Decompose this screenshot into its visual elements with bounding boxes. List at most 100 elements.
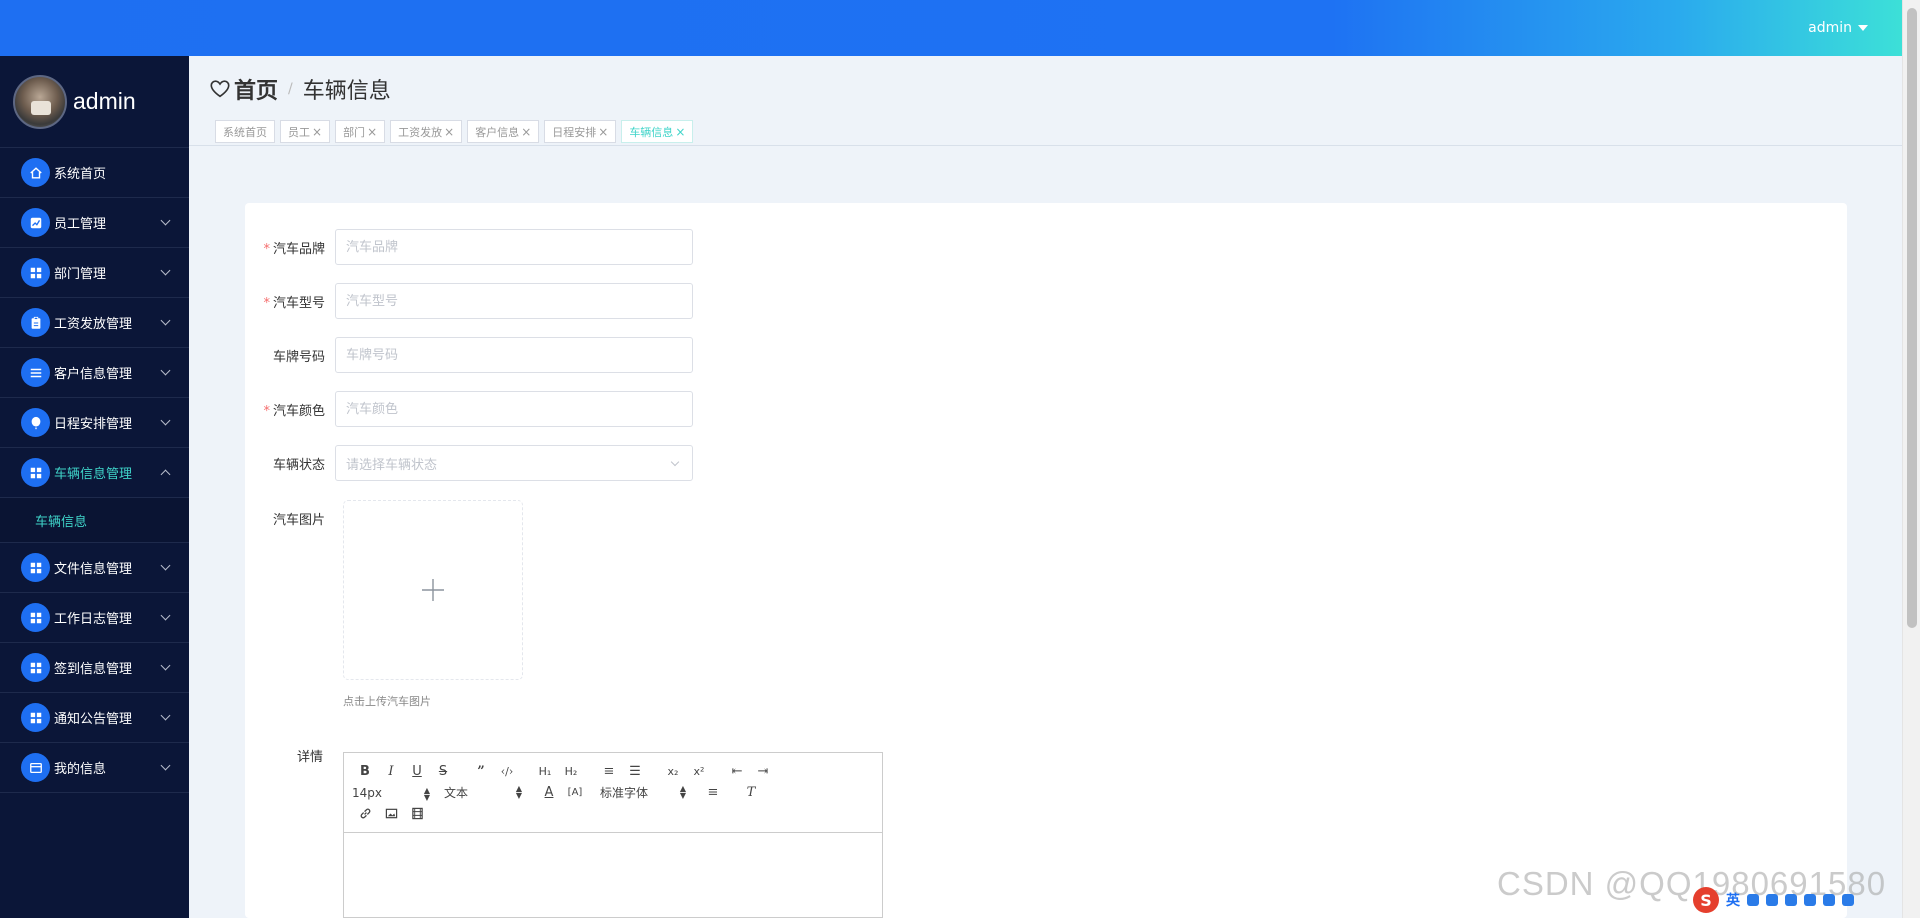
sidebar: admin 系统首页 员工管理 部门管理 工资发放管理 客户信息管理 日程安排管… (0, 56, 189, 918)
ime-logo-icon[interactable]: S (1693, 887, 1719, 913)
tab-salary[interactable]: 工资发放 × (390, 120, 463, 143)
image-upload[interactable] (343, 500, 523, 680)
ime-mic-icon[interactable] (1766, 894, 1778, 906)
sidebar-item-schedule[interactable]: 日程安排管理 (0, 398, 189, 448)
ordered-list-icon[interactable]: ≡ (596, 762, 622, 782)
select-arrows-icon: ▲ ▼ (515, 784, 522, 800)
sidebar-item-department[interactable]: 部门管理 (0, 248, 189, 298)
sidebar-item-employee[interactable]: 员工管理 (0, 198, 189, 248)
breadcrumb-home[interactable]: 首页 (234, 73, 278, 105)
text-color-icon[interactable]: A (536, 783, 562, 803)
clear-format-icon[interactable]: T (738, 783, 764, 803)
ime-toolbar[interactable]: S 英 (1693, 886, 1902, 914)
form-row-model: * 汽车型号 (245, 283, 693, 319)
tab-employee[interactable]: 员工 × (280, 120, 331, 143)
font-family-value: 标准字体 (600, 786, 649, 800)
code-block-icon[interactable]: ‹/› (494, 762, 520, 782)
page-scrollbar[interactable] (1902, 0, 1920, 918)
subscript-icon[interactable]: x₂ (660, 762, 686, 782)
close-icon[interactable]: × (312, 125, 322, 139)
status-select[interactable]: 请选择车辆状态 (335, 445, 693, 481)
ime-skin-icon[interactable] (1804, 894, 1816, 906)
header-select[interactable]: 文本 ▲ ▼ (444, 784, 522, 801)
form-row-color: * 汽车颜色 (245, 391, 693, 427)
ime-toolbox-icon[interactable] (1823, 894, 1835, 906)
breadcrumb-current: 车辆信息 (302, 79, 391, 104)
underline-icon[interactable]: U (404, 762, 430, 782)
upload-tip: 点击上传汽车图片 (343, 695, 431, 708)
outdent-icon[interactable]: ⇤ (724, 762, 750, 782)
chart-icon (21, 208, 50, 237)
form-row-brand: * 汽车品牌 (245, 229, 693, 265)
link-icon[interactable] (352, 804, 378, 824)
ime-punctuation-icon[interactable] (1747, 894, 1759, 906)
background-color-icon[interactable]: [A] (562, 783, 588, 803)
image-label: 汽车图片 (272, 513, 325, 528)
select-arrows-icon: ▲ ▼ (423, 785, 430, 802)
tab-department[interactable]: 部门 × (335, 120, 386, 143)
close-icon[interactable]: × (367, 125, 377, 139)
brand-input[interactable] (335, 229, 693, 265)
header1-icon[interactable]: H₁ (532, 762, 558, 782)
ime-menu-icon[interactable] (1842, 894, 1854, 906)
grid-icon (21, 653, 50, 682)
image-icon[interactable] (378, 804, 404, 824)
sidebar-subitem-vehicle-info[interactable]: 车辆信息 (0, 498, 189, 543)
strikethrough-icon[interactable]: S (430, 762, 456, 782)
sidebar-profile: admin (0, 56, 189, 148)
avatar (13, 74, 67, 129)
close-icon[interactable]: × (521, 125, 531, 139)
close-icon[interactable]: × (598, 125, 608, 139)
status-select-placeholder: 请选择车辆状态 (346, 457, 438, 473)
grid-icon (21, 458, 50, 487)
plate-label: 车牌号码 (272, 349, 325, 365)
italic-icon[interactable]: I (378, 762, 404, 782)
indent-icon[interactable]: ⇥ (750, 762, 776, 782)
sidebar-item-worklog[interactable]: 工作日志管理 (0, 593, 189, 643)
scrollbar-thumb[interactable] (1907, 8, 1917, 628)
editor-content[interactable] (344, 833, 882, 917)
tab-home[interactable]: 系统首页 (215, 120, 275, 143)
sidebar-item-vehicle[interactable]: 车辆信息管理 (0, 448, 189, 498)
align-icon[interactable]: ≡ (700, 783, 726, 803)
bold-icon[interactable]: B (352, 762, 378, 782)
tab-label: 日程安排 (552, 125, 597, 139)
sidebar-item-label: 通知公告管理 (54, 712, 133, 727)
sidebar-item-checkin[interactable]: 签到信息管理 (0, 643, 189, 693)
close-icon[interactable]: × (675, 125, 685, 139)
user-menu[interactable]: admin (1808, 20, 1868, 36)
superscript-icon[interactable]: x² (686, 762, 712, 782)
plate-input[interactable] (335, 337, 693, 373)
status-label: 车辆状态 (272, 457, 325, 473)
sidebar-item-label: 工作日志管理 (54, 612, 133, 627)
sidebar-item-notice[interactable]: 通知公告管理 (0, 693, 189, 743)
sidebar-item-label: 日程安排管理 (54, 417, 133, 432)
vehicle-form-card: *汽车品牌 *汽车型号 车牌号码 *汽车颜色 车辆状态 请选择车辆状态 汽车图片… (245, 203, 1847, 918)
tab-vehicle[interactable]: 车辆信息 × (621, 120, 694, 143)
sidebar-item-label: 签到信息管理 (54, 662, 133, 677)
bullet-list-icon[interactable]: ☰ (622, 762, 648, 782)
sidebar-item-file[interactable]: 文件信息管理 (0, 543, 189, 593)
ime-keyboard-icon[interactable] (1785, 894, 1797, 906)
sidebar-item-salary[interactable]: 工资发放管理 (0, 298, 189, 348)
tab-label: 员工 (288, 125, 310, 139)
tab-label: 客户信息 (475, 125, 520, 139)
header2-icon[interactable]: H₂ (558, 762, 584, 782)
sidebar-item-my-info[interactable]: 我的信息 (0, 743, 189, 793)
sidebar-item-home[interactable]: 系统首页 (0, 148, 189, 198)
tab-customer[interactable]: 客户信息 × (467, 120, 540, 143)
color-input[interactable] (335, 391, 693, 427)
color-label: * 汽车颜色 (245, 400, 335, 419)
font-family-select[interactable]: 标准字体 ▲ ▼ (600, 784, 686, 801)
tab-schedule[interactable]: 日程安排 × (544, 120, 617, 143)
font-size-select[interactable]: 14px ▲ ▼ (352, 785, 430, 802)
model-label-text: 汽车型号 (272, 295, 325, 311)
top-bar: admin (0, 0, 1902, 56)
video-icon[interactable] (404, 804, 430, 824)
model-input[interactable] (335, 283, 693, 319)
list-icon (21, 358, 50, 387)
ime-language[interactable]: 英 (1726, 890, 1740, 910)
close-icon[interactable]: × (444, 125, 454, 139)
blockquote-icon[interactable]: ” (468, 762, 494, 782)
sidebar-item-customer[interactable]: 客户信息管理 (0, 348, 189, 398)
